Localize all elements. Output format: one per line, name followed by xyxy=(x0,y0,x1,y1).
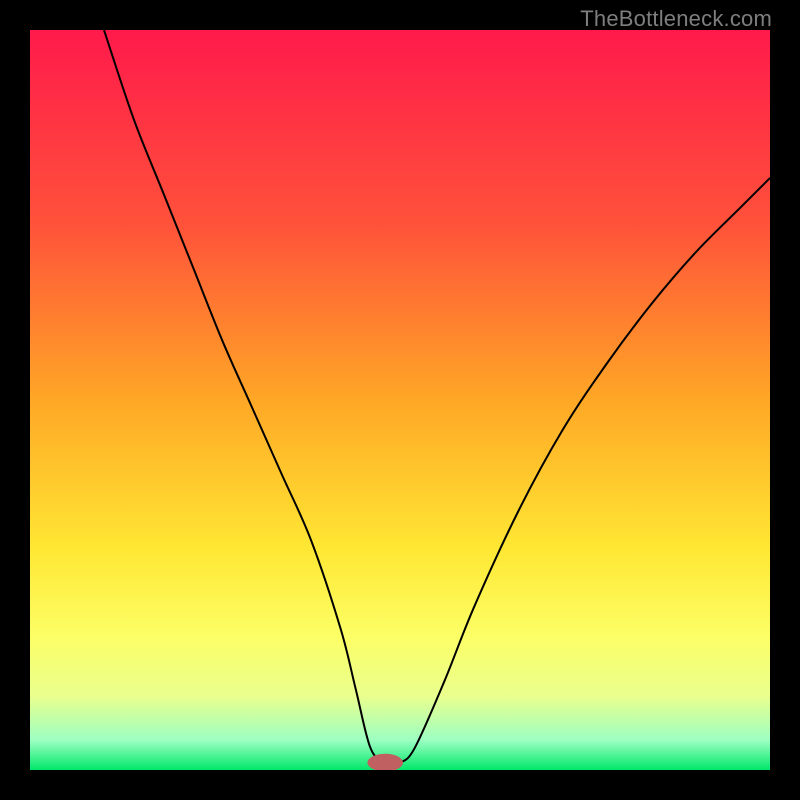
chart-frame: TheBottleneck.com xyxy=(0,0,800,800)
chart-svg xyxy=(30,30,770,770)
watermark-text: TheBottleneck.com xyxy=(580,6,772,32)
plot-area xyxy=(30,30,770,770)
